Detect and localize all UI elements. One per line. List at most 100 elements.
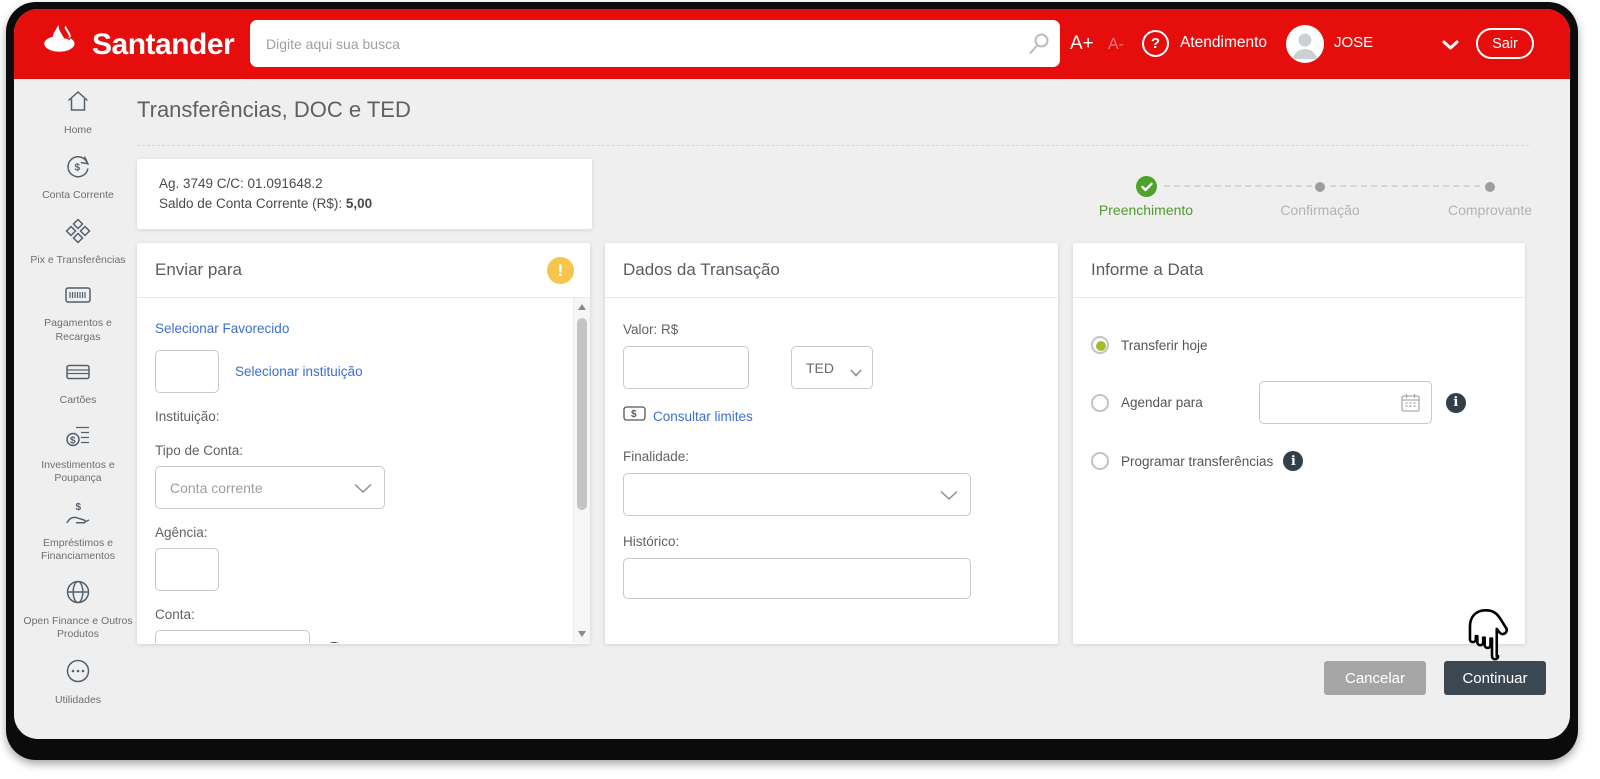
info-icon[interactable]: i — [324, 642, 344, 644]
warning-icon: ! — [547, 257, 574, 284]
stepper-line-1 — [1164, 185, 1312, 187]
consult-limits-link[interactable]: Consultar limites — [653, 409, 753, 424]
account-type-select[interactable]: Conta corrente — [155, 466, 385, 509]
globe-icon — [64, 578, 92, 611]
svg-text:$: $ — [76, 502, 82, 513]
agency-input[interactable] — [155, 548, 219, 591]
chevron-down-icon[interactable] — [1442, 38, 1459, 56]
date-panel-header: Informe a Data — [1073, 243, 1525, 298]
history-input[interactable] — [623, 558, 971, 599]
radio-transfer-today-label: Transferir hoje — [1121, 338, 1208, 353]
info-icon[interactable]: i — [1283, 451, 1303, 471]
continue-button[interactable]: Continuar — [1444, 661, 1546, 695]
pix-icon — [64, 217, 92, 250]
app-screen: Santander A+ A- ? Atendimento JOSE Sair — [14, 9, 1570, 739]
transaction-title: Dados da Transação — [623, 260, 780, 280]
step-label-comprovante: Comprovante — [1415, 202, 1565, 218]
transaction-panel-body: Valor: R$ TED $ Consultar limites — [605, 298, 1058, 643]
svg-text:$: $ — [75, 163, 81, 174]
sidebar-item-conta-corrente[interactable]: $ Conta Corrente — [23, 152, 133, 202]
amount-input[interactable] — [623, 346, 749, 389]
step-label-confirmacao: Confirmação — [1245, 202, 1395, 218]
santander-logo[interactable]: Santander — [42, 24, 234, 65]
purpose-select[interactable] — [623, 473, 971, 516]
font-increase-button[interactable]: A+ — [1070, 33, 1094, 55]
stepper-line-2 — [1330, 185, 1480, 187]
sidebar-item-home[interactable]: Home — [23, 87, 133, 137]
chevron-down-icon — [940, 488, 958, 504]
chevron-down-icon — [850, 364, 862, 380]
institution-label: Instituição: — [155, 409, 556, 424]
select-favored-link[interactable]: Selecionar Favorecido — [155, 321, 289, 336]
radio-program-transfers-label: Programar transferências — [1121, 454, 1273, 469]
account-input[interactable] — [155, 630, 310, 643]
sidebar-item-open-finance[interactable]: Open Finance e Outros Produtos — [23, 578, 133, 641]
date-panel-title: Informe a Data — [1091, 260, 1203, 280]
account-type-label: Tipo de Conta: — [155, 443, 556, 458]
account-balance: Saldo de Conta Corrente (R$): 5,00 — [159, 194, 592, 214]
brand-wordmark: Santander — [92, 28, 234, 62]
scroll-up-arrow[interactable] — [578, 304, 586, 310]
help-link[interactable]: Atendimento — [1180, 34, 1267, 52]
radio-schedule-label: Agendar para — [1121, 395, 1203, 410]
step-dot-comprovante — [1485, 182, 1495, 192]
utilities-icon — [64, 657, 92, 690]
account-icon: $ — [64, 152, 92, 185]
flame-icon — [42, 24, 82, 65]
step-label-preenchimento: Preenchimento — [1071, 202, 1221, 218]
user-avatar[interactable] — [1286, 25, 1324, 63]
font-decrease-button[interactable]: A- — [1108, 36, 1124, 54]
sidebar-item-cartoes[interactable]: Cartões — [23, 359, 133, 407]
search-input[interactable] — [250, 20, 1060, 67]
send-to-panel-body: Selecionar Favorecido Selecionar institu… — [137, 298, 590, 643]
radio-transfer-today[interactable] — [1091, 336, 1109, 354]
help-question-icon[interactable]: ? — [1142, 30, 1169, 57]
title-separator — [137, 145, 1529, 146]
send-to-panel-header: Enviar para ! — [137, 243, 590, 298]
schedule-date-input[interactable] — [1259, 381, 1432, 424]
page-title: Transferências, DOC e TED — [137, 97, 411, 123]
svg-text:$: $ — [631, 409, 637, 420]
vertical-scrollbar[interactable] — [573, 298, 590, 643]
date-panel-body: Transferir hoje Agendar para i — [1073, 298, 1525, 643]
logout-button[interactable]: Sair — [1476, 28, 1534, 59]
sidebar-item-emprestimos[interactable]: $ Empréstimos e Financiamentos — [23, 500, 133, 563]
barcode-icon — [63, 282, 93, 313]
search-icon[interactable] — [1026, 31, 1052, 62]
card-icon — [63, 359, 93, 390]
select-institution-link[interactable]: Selecionar instituição — [235, 364, 363, 379]
institution-code-input[interactable] — [155, 350, 219, 393]
history-label: Histórico: — [623, 534, 1040, 549]
sidebar-item-pagamentos[interactable]: Pagamentos e Recargas — [23, 282, 133, 343]
cancel-button[interactable]: Cancelar — [1324, 661, 1426, 695]
amount-label: Valor: R$ — [623, 322, 1040, 337]
transaction-panel: Dados da Transação Valor: R$ TED $ — [605, 243, 1058, 644]
transfer-type-select[interactable]: TED — [791, 346, 873, 389]
step-dot-confirmacao — [1315, 182, 1325, 192]
chevron-down-icon — [354, 481, 372, 497]
sidebar-item-pix[interactable]: Pix e Transferências — [23, 217, 133, 267]
calendar-icon[interactable] — [1400, 392, 1421, 418]
transaction-panel-header: Dados da Transação — [605, 243, 1058, 298]
home-icon — [64, 87, 92, 120]
scroll-down-arrow[interactable] — [578, 631, 586, 637]
sidebar-item-utilidades[interactable]: Utilidades — [23, 657, 133, 707]
send-to-panel: Enviar para ! Selecionar Favorecido Sele… — [137, 243, 590, 644]
top-navigation-bar: Santander A+ A- ? Atendimento JOSE Sair — [14, 9, 1570, 79]
step-check-icon — [1136, 176, 1157, 197]
scrollbar-thumb[interactable] — [577, 318, 587, 510]
date-panel: Informe a Data Transferir hoje Agendar p… — [1073, 243, 1525, 644]
radio-schedule[interactable] — [1091, 394, 1109, 412]
user-name: JOSE — [1334, 34, 1373, 51]
agency-label: Agência: — [155, 525, 556, 540]
sidebar-item-investimentos[interactable]: $ Investimentos e Poupança — [23, 422, 133, 485]
investments-icon: $ — [63, 422, 93, 455]
device-frame: Santander A+ A- ? Atendimento JOSE Sair — [6, 2, 1578, 760]
account-number: Ag. 3749 C/C: 01.091648.2 — [159, 174, 592, 194]
radio-program-transfers[interactable] — [1091, 452, 1109, 470]
info-icon[interactable]: i — [1446, 393, 1466, 413]
account-summary-card: Ag. 3749 C/C: 01.091648.2 Saldo de Conta… — [137, 159, 592, 229]
account-label: Conta: — [155, 607, 556, 622]
purpose-label: Finalidade: — [623, 449, 1040, 464]
loan-icon: $ — [63, 500, 93, 533]
